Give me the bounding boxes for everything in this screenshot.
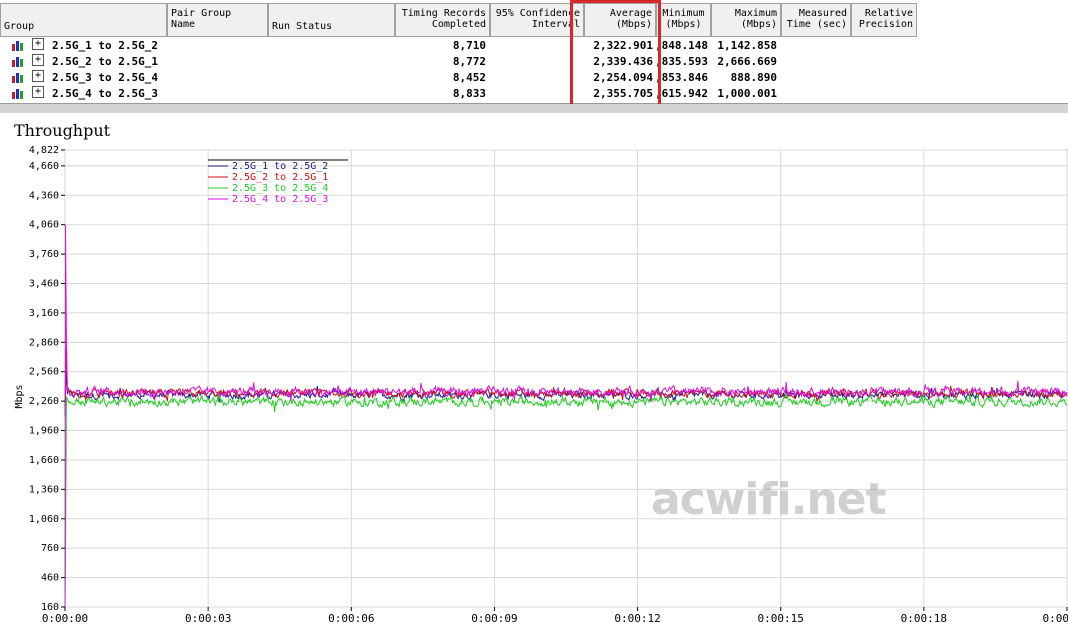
timing-records-value: 8,710 xyxy=(452,39,486,52)
watermark: acwifi.net xyxy=(651,474,887,525)
y-tick-label: 3,160 xyxy=(29,308,59,319)
table-row[interactable]: + 2.5G_4 to 2.5G_3 8,833 2,355.705 1,615… xyxy=(0,86,800,102)
pair-name: 2.5G_3 to 2.5G_4 xyxy=(52,71,158,84)
results-table: Group Pair Group Name Run Status Timing … xyxy=(0,0,1068,108)
panel-splitter[interactable] xyxy=(0,104,1068,113)
bar-chart-icon xyxy=(12,89,23,99)
timing-records-value: 8,772 xyxy=(452,55,486,68)
maximum-value: 1,000.001 xyxy=(717,87,777,100)
x-tick-label: 0:00:06 xyxy=(328,612,374,625)
plot-area xyxy=(64,149,1068,608)
x-tick-label: 0:00:00 xyxy=(42,612,88,625)
y-tick-label: 1,360 xyxy=(29,484,59,495)
x-tick-label: 0:00:12 xyxy=(614,612,660,625)
bar-chart-icon xyxy=(12,57,23,67)
table-header-row: Group Pair Group Name Run Status Timing … xyxy=(0,0,1068,37)
minimum-value: 1,853.846 xyxy=(655,71,708,84)
plus-box-icon[interactable]: + xyxy=(32,86,44,98)
average-column-highlight xyxy=(570,0,661,108)
y-tick-label: 4,060 xyxy=(29,220,59,231)
y-tick-label: 2,260 xyxy=(29,396,59,407)
timing-records-value: 8,452 xyxy=(452,71,486,84)
pair-name: 2.5G_4 to 2.5G_3 xyxy=(52,87,158,100)
table-row[interactable]: + 2.5G_2 to 2.5G_1 8,772 2,339.436 1,835… xyxy=(0,54,800,70)
legend-entry: 2.5G_1 to 2.5G_2 xyxy=(232,161,328,172)
legend-entry: 2.5G_3 to 2.5G_4 xyxy=(232,183,328,194)
y-tick-label: 4,822 xyxy=(29,145,59,156)
table-row[interactable]: + 2.5G_3 to 2.5G_4 8,452 2,254.094 1,853… xyxy=(0,70,800,86)
timing-records-value: 8,833 xyxy=(452,87,486,100)
column-header-measured-time[interactable]: Measured Time (sec) xyxy=(781,3,851,37)
y-tick-label: 1,060 xyxy=(29,514,59,525)
table-row[interactable]: + 2.5G_1 to 2.5G_2 8,710 2,322.901 1,848… xyxy=(0,38,800,54)
maximum-value: 888.890 xyxy=(730,71,777,84)
y-tick-label: 1,660 xyxy=(29,455,59,466)
minimum-value: 1,615.942 xyxy=(655,87,708,100)
column-header-relative-precision[interactable]: Relative Precision xyxy=(851,3,917,37)
minimum-value: 1,848.148 xyxy=(655,39,708,52)
bar-chart-icon xyxy=(12,73,23,83)
y-tick-label: 4,360 xyxy=(29,190,59,201)
y-tick-label: 1,960 xyxy=(29,426,59,437)
chart-grid xyxy=(64,149,1068,608)
x-tick-label: 0:00:15 xyxy=(758,612,804,625)
plus-box-icon[interactable]: + xyxy=(32,38,44,50)
x-tick-label: 0:00 xyxy=(1043,612,1068,625)
x-tick-label: 0:00:03 xyxy=(185,612,231,625)
y-axis-label: Mbps xyxy=(14,384,25,408)
y-tick-label: 2,560 xyxy=(29,367,59,378)
column-header-minimum[interactable]: Minimum (Mbps) xyxy=(656,3,711,37)
x-tick-label: 0:00:09 xyxy=(471,612,517,625)
legend-entry: 2.5G_4 to 2.5G_3 xyxy=(232,194,328,205)
maximum-value: 2,666.669 xyxy=(717,55,777,68)
x-tick-label: 0:00:18 xyxy=(901,612,947,625)
plus-box-icon[interactable]: + xyxy=(32,54,44,66)
column-header-maximum[interactable]: Maximum (Mbps) xyxy=(711,3,781,37)
legend-entry: 2.5G_2 to 2.5G_1 xyxy=(232,172,328,183)
pair-name: 2.5G_2 to 2.5G_1 xyxy=(52,55,158,68)
pair-name: 2.5G_1 to 2.5G_2 xyxy=(52,39,158,52)
column-header-group[interactable]: Group xyxy=(0,3,167,37)
throughput-chart: 4,822 4,660 4,360 4,060 3,760 3,460 3,160 2,860… xyxy=(14,145,1068,625)
y-tick-label: 2,860 xyxy=(29,337,59,348)
column-header-run-status[interactable]: Run Status xyxy=(268,3,395,37)
bar-chart-icon xyxy=(12,41,23,51)
y-tick-label: 460 xyxy=(41,573,59,584)
y-tick-label: 4,660 xyxy=(29,161,59,172)
maximum-value: 1,142.858 xyxy=(717,39,777,52)
minimum-value: 1,835.593 xyxy=(655,55,708,68)
column-header-timing-records[interactable]: Timing Records Completed xyxy=(395,3,490,37)
y-tick-label: 760 xyxy=(41,543,59,554)
plus-box-icon[interactable]: + xyxy=(32,70,44,82)
column-header-pair-group-name[interactable]: Pair Group Name xyxy=(167,3,268,37)
chart-title: Throughput xyxy=(14,121,111,140)
y-tick-label: 3,460 xyxy=(29,279,59,290)
y-tick-label: 3,760 xyxy=(29,249,59,260)
